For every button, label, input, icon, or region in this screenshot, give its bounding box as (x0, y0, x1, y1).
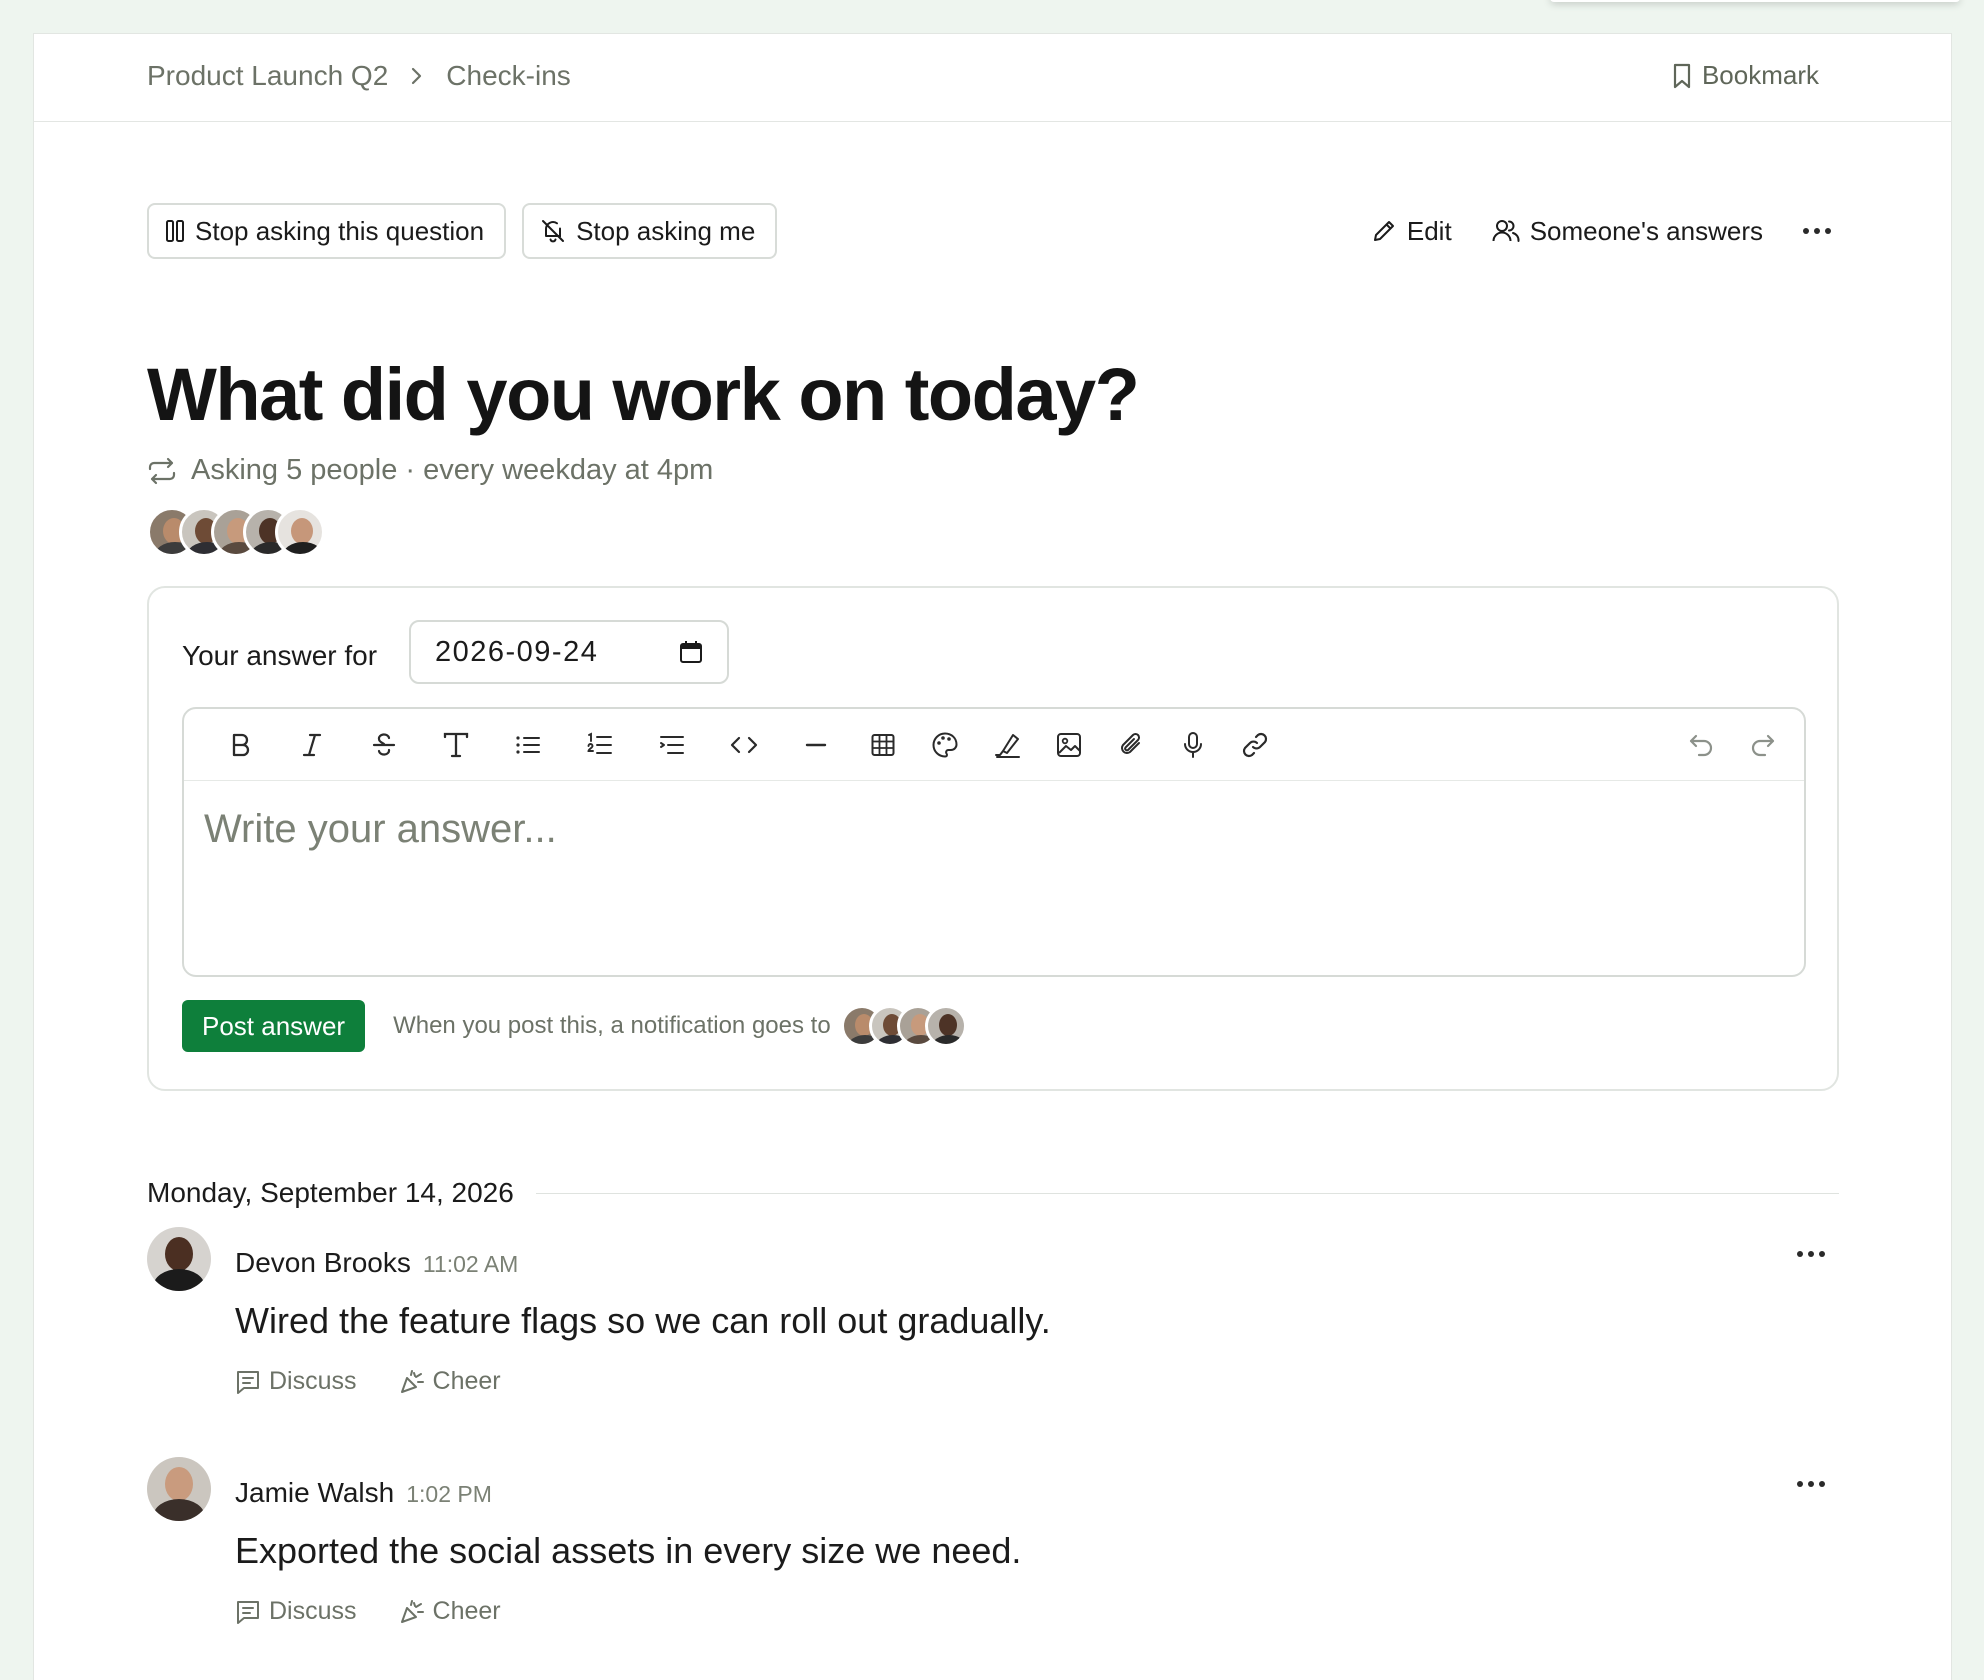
microphone-icon[interactable] (1162, 721, 1224, 769)
question-actions: Stop asking this question Stop asking me (147, 203, 778, 259)
discuss-label: Discuss (269, 1597, 357, 1625)
entry-time: 11:02 AM (422, 1251, 519, 1277)
discuss-button[interactable]: Discuss (235, 1597, 357, 1626)
discuss-label: Discuss (269, 1367, 357, 1395)
bell-off-icon (540, 218, 566, 244)
stop-asking-me-button[interactable]: Stop asking me (522, 203, 778, 259)
strikethrough-icon[interactable] (348, 721, 420, 769)
chevron-right-icon (410, 66, 424, 86)
avatar (924, 1005, 967, 1047)
more-options-icon[interactable] (1803, 228, 1831, 234)
cheer-label: Cheer (432, 1367, 501, 1395)
editor-toolbar (184, 709, 1804, 781)
author-name[interactable]: Jamie Walsh 1:02 PM (235, 1477, 492, 1509)
bookmark-button[interactable]: Bookmark (1672, 60, 1819, 91)
comment-icon (235, 1369, 261, 1395)
someones-answers-button[interactable]: Someone's answers (1492, 216, 1763, 247)
divider (535, 1192, 1839, 1194)
stop-asking-me-label: Stop asking me (576, 215, 756, 246)
paperclip-icon[interactable] (1100, 721, 1162, 769)
asked-people-avatars[interactable] (147, 507, 325, 557)
repeat-icon (147, 457, 177, 485)
breadcrumb-project[interactable]: Product Launch Q2 (147, 60, 388, 92)
bullet-list-icon[interactable] (492, 721, 564, 769)
users-icon (1492, 218, 1520, 244)
discuss-button[interactable]: Discuss (235, 1367, 357, 1396)
avatar[interactable] (147, 1457, 211, 1521)
numbered-list-icon[interactable] (564, 721, 636, 769)
avatar (275, 507, 325, 557)
palette-icon[interactable] (914, 721, 976, 769)
bookmark-label: Bookmark (1701, 60, 1819, 90)
main-card: Product Launch Q2 Check-ins Bookmark Sto… (33, 33, 1952, 1680)
stop-asking-question-button[interactable]: Stop asking this question (147, 203, 507, 259)
answer-date-input[interactable]: 2026-09-24 (409, 620, 729, 684)
page-title: What did you work on today? (147, 353, 1140, 436)
answer-composer: Your answer for 2026-09-24 Write your an… (147, 586, 1839, 1091)
floating-panel-edge (1550, 0, 1960, 2)
history-controls (1670, 721, 1804, 769)
notification-note: When you post this, a notification goes … (393, 1012, 831, 1039)
comment-icon (235, 1599, 261, 1625)
feed-date-label: Monday, September 14, 2026 (147, 1177, 514, 1208)
image-icon[interactable] (1038, 721, 1100, 769)
avatar[interactable] (147, 1227, 211, 1291)
entry-time: 1:02 PM (406, 1481, 492, 1507)
bookmark-icon (1672, 63, 1692, 89)
undo-icon[interactable] (1670, 721, 1732, 769)
highlighter-icon[interactable] (976, 721, 1038, 769)
code-icon[interactable] (708, 721, 780, 769)
someones-answers-label: Someone's answers (1529, 215, 1763, 246)
answer-text: Exported the social assets in every size… (235, 1530, 1022, 1571)
post-row: Post answer When you post this, a notifi… (182, 1000, 967, 1052)
link-icon[interactable] (1224, 721, 1286, 769)
rich-text-editor: Write your answer... (182, 707, 1806, 977)
pause-icon (165, 219, 185, 243)
schedule-text: Asking 5 people · every weekday at 4pm (191, 454, 714, 486)
breadcrumb-section[interactable]: Check-ins (446, 60, 570, 92)
entry-actions: Discuss Cheer (235, 1367, 501, 1396)
table-icon[interactable] (852, 721, 914, 769)
feed-date-heading: Monday, September 14, 2026 (147, 1177, 1839, 1209)
notify-avatars[interactable] (840, 1005, 967, 1047)
more-options-icon[interactable] (1797, 1481, 1825, 1487)
horizontal-rule-icon[interactable] (780, 721, 852, 769)
edit-label: Edit (1406, 215, 1452, 246)
cheer-label: Cheer (432, 1597, 501, 1625)
answer-date-value: 2026-09-24 (435, 635, 599, 668)
party-popper-icon (399, 1369, 425, 1395)
stop-asking-question-label: Stop asking this question (195, 215, 485, 246)
breadcrumb: Product Launch Q2 Check-ins (147, 60, 571, 92)
indent-list-icon[interactable] (636, 721, 708, 769)
question-tools: Edit Someone's answers (1371, 203, 1831, 259)
cheer-button[interactable]: Cheer (399, 1367, 501, 1396)
bold-icon[interactable] (204, 721, 276, 769)
answer-for-label: Your answer for (182, 640, 378, 671)
italic-icon[interactable] (276, 721, 348, 769)
answer-text: Wired the feature flags so we can roll o… (235, 1300, 1051, 1341)
edit-button[interactable]: Edit (1371, 216, 1452, 247)
schedule-info: Asking 5 people · every weekday at 4pm (147, 454, 713, 487)
party-popper-icon (399, 1599, 425, 1625)
more-options-icon[interactable] (1797, 1251, 1825, 1257)
post-answer-button[interactable]: Post answer (182, 1000, 366, 1052)
cheer-button[interactable]: Cheer (399, 1597, 501, 1626)
author-name[interactable]: Devon Brooks 11:02 AM (235, 1247, 518, 1279)
pencil-icon (1371, 218, 1397, 244)
calendar-icon[interactable] (679, 640, 703, 664)
heading-text-icon[interactable] (420, 721, 492, 769)
redo-icon[interactable] (1732, 721, 1794, 769)
entry-actions: Discuss Cheer (235, 1597, 501, 1626)
header-bar: Product Launch Q2 Check-ins Bookmark (34, 34, 1951, 122)
answer-input[interactable]: Write your answer... (204, 807, 557, 852)
